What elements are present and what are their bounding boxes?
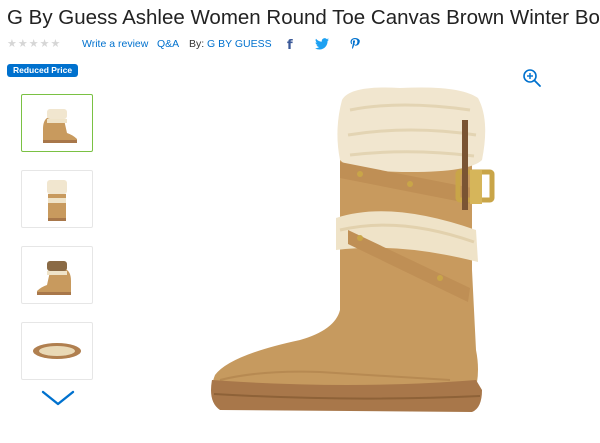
qa-link[interactable]: Q&A	[157, 36, 179, 52]
thumbnail-sole-view[interactable]	[21, 322, 93, 380]
reduced-price-badge: Reduced Price	[7, 64, 79, 77]
boot-thumbnail-image	[33, 343, 81, 359]
product-title: G By Guess Ashlee Women Round Toe Canvas…	[7, 6, 600, 29]
boot-thumbnail-image	[37, 261, 71, 295]
svg-text:f: f	[287, 38, 293, 51]
thumbnail-side-view[interactable]	[21, 94, 93, 152]
twitter-icon[interactable]	[315, 36, 329, 52]
zoom-icon[interactable]	[522, 68, 542, 88]
write-review-link[interactable]: Write a review	[82, 36, 148, 52]
boot-thumbnail-image	[47, 180, 67, 221]
pinterest-icon[interactable]	[348, 36, 362, 52]
brand-link[interactable]: G BY GUESS	[207, 36, 272, 52]
thumbnail-front-view[interactable]	[21, 170, 93, 228]
brand-by-label: By:	[189, 38, 205, 50]
boot-thumbnail-image	[43, 109, 77, 143]
facebook-icon[interactable]: f	[284, 36, 298, 52]
rating-stars[interactable]: ★★★★★	[7, 36, 61, 52]
chevron-down-icon[interactable]	[40, 388, 76, 408]
thumbnail-side-reverse-view[interactable]	[21, 246, 93, 304]
main-product-image	[211, 87, 495, 412]
